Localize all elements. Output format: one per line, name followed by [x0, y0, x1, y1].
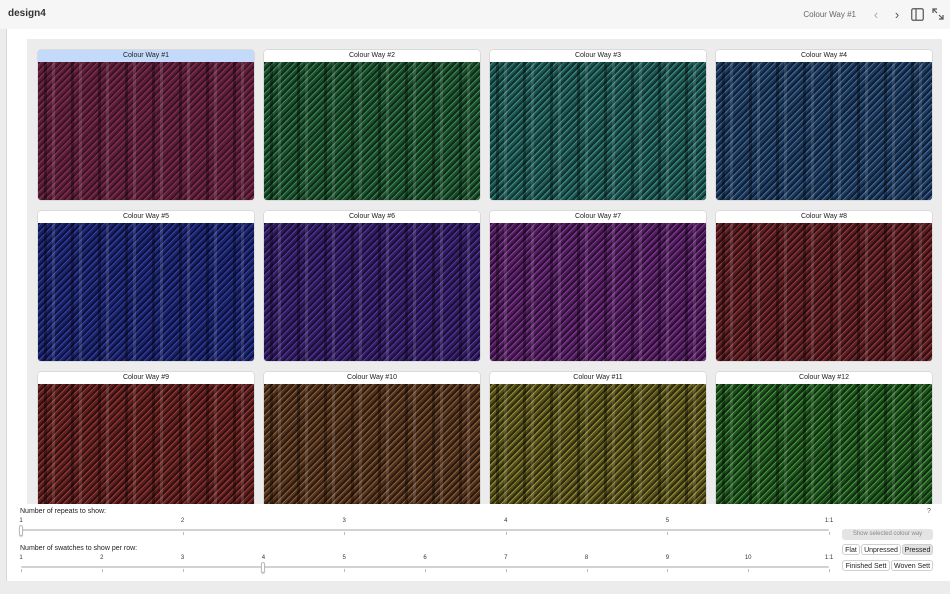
next-icon[interactable]: › — [889, 6, 905, 22]
fabric-preview — [264, 62, 480, 200]
slider-tick-mark — [21, 569, 22, 572]
colour-way-swatch[interactable]: Colour Way #8 — [716, 211, 932, 361]
slider-tick-label: 8 — [584, 555, 589, 561]
slider-tick-mark — [748, 569, 750, 572]
swatch-label: Colour Way #2 — [264, 50, 480, 62]
slider-tick-mark — [505, 569, 507, 572]
finished-sett-button[interactable]: Finished Sett — [842, 560, 890, 571]
colour-way-swatch[interactable]: Colour Way #10 — [264, 372, 480, 504]
fabric-preview — [490, 62, 706, 200]
fabric-preview — [716, 223, 932, 361]
slider-tick-mark — [505, 532, 507, 535]
swatch-label: Colour Way #11 — [490, 372, 706, 384]
swatch-label: Colour Way #10 — [264, 372, 480, 384]
unpressed-button[interactable]: Unpressed — [861, 544, 901, 555]
main-window: Colour Way #1 Colour Way #2 Colour Way #3 C… — [6, 29, 950, 581]
title-bar: design4 Colour Way #1 ‹ › — [0, 0, 950, 29]
previous-icon[interactable]: ‹ — [868, 6, 884, 22]
colour-way-swatch[interactable]: Colour Way #9 — [38, 372, 254, 504]
fabric-preview — [716, 62, 932, 200]
slider-tick-label: 10 — [744, 555, 752, 561]
colour-way-swatch[interactable]: Colour Way #3 — [490, 50, 706, 200]
slider-tick-label: 4 — [261, 555, 266, 561]
slider-tick-mark — [667, 532, 669, 535]
slider-tick-label: 9 — [665, 555, 670, 561]
fabric-preview — [716, 384, 932, 504]
colour-way-swatch[interactable]: Colour Way #11 — [490, 372, 706, 504]
swatches-per-row-label: Number of swatches to show per row: — [20, 545, 138, 552]
slider-tick-label: 1:1 — [824, 518, 834, 524]
colour-way-swatch[interactable]: Colour Way #6 — [264, 211, 480, 361]
colour-way-swatch[interactable]: Colour Way #4 — [716, 50, 932, 200]
slider-tick-label: 2 — [180, 518, 185, 524]
bottom-bar — [0, 581, 950, 594]
slider-tick-label: 4 — [504, 518, 508, 524]
slider-tick-label: 6 — [423, 555, 427, 561]
colour-way-swatch[interactable]: Colour Way #12 — [716, 372, 932, 504]
flat-button[interactable]: Flat — [842, 544, 860, 555]
fabric-preview — [38, 223, 254, 361]
fullscreen-icon[interactable] — [930, 6, 946, 22]
swatch-label: Colour Way #8 — [716, 211, 932, 223]
swatch-label: Colour Way #9 — [38, 372, 254, 384]
fabric-preview — [38, 62, 254, 200]
fabric-preview — [490, 223, 706, 361]
swatch-grid: Colour Way #1 Colour Way #2 Colour Way #3 C… — [27, 39, 942, 504]
slider-tick-mark — [586, 569, 588, 572]
slider-tick-label: 1 — [19, 555, 23, 561]
current-colour-way-title: Colour Way #1 — [803, 10, 856, 19]
swatch-label: Colour Way #4 — [716, 50, 932, 62]
slider-tick-label: 1 — [19, 518, 23, 524]
fabric-preview — [264, 223, 480, 361]
swatch-label: Colour Way #6 — [264, 211, 480, 223]
help-button[interactable]: ? — [923, 506, 935, 518]
woven-sett-button[interactable]: Woven Sett — [891, 560, 933, 571]
slider-tick-mark — [667, 569, 669, 572]
slider-tick-mark — [182, 569, 184, 572]
slider-tick-label: 5 — [665, 518, 670, 524]
slider-tick-label: 3 — [342, 518, 346, 524]
pressed-button[interactable]: Pressed — [902, 544, 933, 555]
swatch-label: Colour Way #5 — [38, 211, 254, 223]
slider-thumb[interactable] — [19, 525, 23, 536]
fabric-preview — [38, 384, 254, 504]
swatch-label: Colour Way #7 — [490, 211, 706, 223]
slider-tick-label: 7 — [504, 555, 508, 561]
slider-tick-label: 2 — [100, 555, 104, 561]
swatch-label: Colour Way #12 — [716, 372, 932, 384]
slider-tick-mark — [344, 532, 346, 535]
swatch-label: Colour Way #3 — [490, 50, 706, 62]
slider-tick-mark — [829, 569, 830, 572]
fabric-preview — [490, 384, 706, 504]
sidebar-toggle-icon[interactable] — [909, 6, 925, 22]
repeats-label: Number of repeats to show: — [20, 508, 106, 515]
slider-tick-mark — [344, 569, 346, 572]
slider-tick-mark — [425, 569, 426, 572]
fabric-preview — [264, 384, 480, 504]
colour-way-swatch[interactable]: Colour Way #5 — [38, 211, 254, 361]
slider-tick-label: 1:1 — [824, 555, 834, 561]
app-title: design4 — [8, 8, 46, 19]
colour-way-swatch[interactable]: Colour Way #7 — [490, 211, 706, 361]
slider-track[interactable] — [21, 566, 829, 568]
swatch-label: Colour Way #1 — [38, 50, 254, 62]
slider-tick-mark — [182, 532, 184, 535]
slider-thumb[interactable] — [261, 562, 266, 573]
slider-tick-label: 3 — [180, 555, 185, 561]
colour-way-swatch[interactable]: Colour Way #2 — [264, 50, 480, 200]
show-selected-colour-way-button[interactable]: Show selected colour way — [842, 529, 933, 540]
slider-tick-mark — [829, 532, 830, 535]
colour-way-swatch[interactable]: Colour Way #1 — [38, 50, 254, 200]
slider-track[interactable] — [21, 529, 829, 531]
slider-tick-mark — [101, 569, 103, 572]
slider-tick-label: 5 — [342, 555, 346, 561]
